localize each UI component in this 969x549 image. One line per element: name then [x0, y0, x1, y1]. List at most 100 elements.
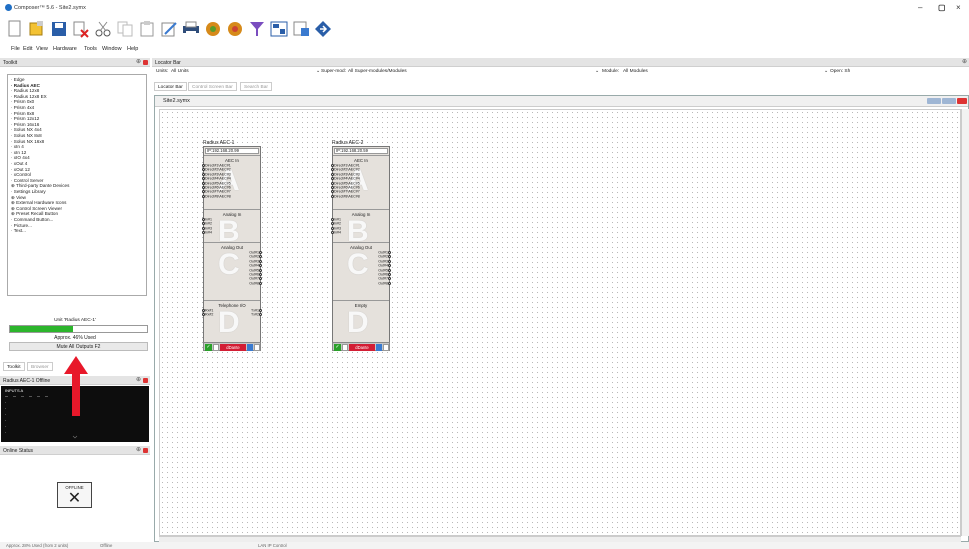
pin-connector-icon[interactable] [388, 251, 391, 254]
tab-toolkit[interactable]: Toolkit [3, 362, 25, 371]
pin-connector-icon[interactable] [259, 255, 262, 259]
toolkit-item[interactable]: · Prism 12x12 [11, 116, 39, 121]
close-button[interactable]: × [956, 3, 961, 12]
pin-row[interactable]: Rx#2 [202, 313, 213, 317]
toolkit-item[interactable]: · Command Button... [11, 217, 53, 222]
pin-connector-icon[interactable] [259, 251, 262, 254]
unit-section[interactable]: AEC In A Direct#1\AEC#1 Direct#2\AEC#2 Direc… [331, 155, 389, 209]
menu-tools[interactable]: Tools [84, 46, 97, 52]
pin-icon[interactable]: ⊕ [136, 58, 141, 65]
unit-body[interactable]: IP:192.168.20.99 AEC In A Direct#1\AEC#1 Dir… [202, 146, 262, 346]
supermod-select[interactable]: All Super-modules/Modules [348, 69, 407, 74]
open-file-icon[interactable] [28, 20, 46, 38]
toolkit-item[interactable]: · Prism 0x0 [11, 99, 34, 104]
toolkit-item[interactable]: · xIn 4 [11, 144, 24, 149]
filter-icon[interactable] [248, 20, 266, 38]
new-file-icon[interactable] [6, 20, 24, 38]
pin-row[interactable]: Direct#8\AEC#8 [331, 194, 360, 199]
pin-connector-icon[interactable] [259, 309, 262, 312]
menu-help[interactable]: Help [127, 46, 138, 52]
pin-connector-icon[interactable] [388, 268, 391, 272]
toolkit-item[interactable]: · Radius 12x8 EX [11, 94, 47, 99]
toolkit-item[interactable]: · xOut 4 [11, 161, 27, 166]
pin-connector-icon[interactable] [259, 273, 262, 276]
doc-minimize-button[interactable] [927, 98, 941, 104]
toolkit-item[interactable]: · Edge [11, 77, 25, 82]
toolkit-item[interactable]: · Text... [11, 228, 26, 233]
unit-section[interactable]: AEC In A Direct#1\AEC#1 Direct#2\AEC#2 Direc… [202, 155, 260, 209]
print-icon[interactable] [182, 20, 200, 38]
tab-search-bar[interactable]: Search Bar [240, 82, 272, 91]
toolkit-item[interactable]: · xIn 12 [11, 150, 26, 155]
close-panel-icon[interactable] [143, 59, 148, 65]
toolkit-item[interactable]: · Solus NX 8x8 [11, 133, 42, 138]
pin-connector-icon[interactable] [388, 273, 391, 276]
pin-connector-icon[interactable] [388, 277, 391, 281]
menu-file[interactable]: File [11, 46, 20, 52]
pin-row[interactable]: Direct#8\AEC#8 [202, 194, 231, 199]
open-label[interactable]: Open: Sh [830, 69, 850, 74]
toolkit-item[interactable]: · Settings Library [11, 189, 46, 194]
toolkit-item[interactable]: · Solus NX 4x4 [11, 127, 42, 132]
menu-view[interactable]: View [36, 46, 48, 52]
unit-section[interactable]: Analog In B In#1 In#2 In#3 In#4 [202, 209, 260, 247]
paste-icon[interactable] [138, 20, 156, 38]
pin-connector-icon[interactable] [259, 259, 262, 263]
hardware-connect-icon[interactable] [204, 20, 222, 38]
mute-all-outputs-button[interactable]: Mute All Outputs F2 [9, 342, 148, 351]
toolkit-item[interactable]: · Control Server [11, 178, 43, 183]
pin-connector-icon[interactable] [259, 313, 262, 317]
dante-badge[interactable]: dDante [349, 344, 375, 351]
module-dropdown-icon[interactable]: ⌄ [824, 69, 828, 74]
design-canvas[interactable]: Radius AEC-1 IP:192.168.20.99 AEC In A Direc… [159, 109, 961, 536]
pin-connector-icon[interactable] [259, 277, 262, 281]
tab-control-screen-bar[interactable]: Control Screen Bar [188, 82, 237, 91]
units-dropdown-icon[interactable]: ⌄ [316, 69, 320, 74]
unit-section[interactable]: Empty D [333, 300, 389, 340]
toolkit-item[interactable]: · xControl [11, 172, 31, 177]
minimize-button[interactable]: – [918, 3, 922, 12]
layout-icon[interactable] [270, 20, 288, 38]
dante-badge[interactable]: dDante [220, 344, 246, 351]
toolkit-item[interactable]: · Picture... [11, 223, 32, 228]
copy-icon[interactable] [116, 20, 134, 38]
toolkit-item[interactable]: · Prism 4x4 [11, 105, 34, 110]
pin-icon[interactable]: ⊕ [962, 58, 967, 65]
pin-connector-icon[interactable] [388, 255, 391, 259]
pin-row[interactable]: In#4 [202, 231, 212, 235]
pin-connector-icon[interactable] [259, 264, 262, 268]
menu-hardware[interactable]: Hardware [53, 46, 77, 52]
toolkit-item[interactable]: · Prism 8x8 [11, 111, 34, 116]
pin-connector-icon[interactable] [388, 281, 391, 285]
toolkit-item[interactable]: · Solus NX 16x8 [11, 139, 44, 144]
toolkit-item[interactable]: · xOut 12 [11, 167, 30, 172]
close-panel-icon[interactable] [143, 377, 148, 383]
pin-icon[interactable]: ⊕ [136, 376, 141, 383]
module-view-icon[interactable] [292, 20, 310, 38]
cut-icon[interactable] [94, 20, 112, 38]
vertical-scrollbar[interactable] [961, 109, 969, 536]
doc-restore-button[interactable] [942, 98, 956, 104]
navigate-icon[interactable] [314, 20, 332, 38]
save-icon[interactable] [50, 20, 68, 38]
unit-body[interactable]: IP:192.168.20.59 AEC In A Direct#1\AEC#1 Dir… [331, 146, 391, 346]
pin-row[interactable]: Out#8 [249, 281, 262, 286]
unit-section[interactable]: Analog Out C Out#1 Out#2 Out#3 Out#4 Out#5 Out#… [204, 242, 262, 300]
close-file-icon[interactable] [72, 20, 90, 38]
toolkit-item[interactable]: · xIO 4x4 [11, 155, 30, 160]
toolkit-item[interactable]: · Radius AEC [11, 83, 40, 88]
maximize-button[interactable]: ▢ [938, 3, 946, 12]
pin-row[interactable]: Out#8 [378, 281, 391, 286]
pin-icon[interactable]: ⊕ [136, 446, 141, 453]
menu-window[interactable]: Window [102, 46, 122, 52]
module-select[interactable]: All Modules [623, 69, 648, 74]
close-panel-icon[interactable] [143, 447, 148, 453]
unit-section[interactable]: Telephone I/O D Rx#1 Rx#2 Tx#1 Tx#2 [202, 300, 262, 340]
offline-indicator[interactable]: OFFLINE ✕ [57, 482, 92, 508]
toolkit-item[interactable]: · Radius 12x8 [11, 88, 39, 93]
units-select[interactable]: All Units [171, 69, 189, 74]
tab-locator-bar[interactable]: Locator Bar [154, 82, 187, 91]
supermod-dropdown-icon[interactable]: ⌄ [595, 69, 599, 74]
pin-row[interactable]: Tx#2 [251, 313, 262, 317]
unit-section[interactable]: Analog In B In#1 In#2 In#3 In#4 [331, 209, 389, 247]
